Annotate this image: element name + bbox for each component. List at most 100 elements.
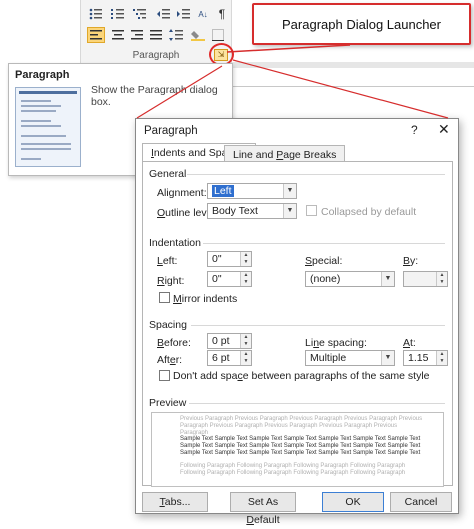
label-text: t: [410, 337, 416, 349]
section-divider [187, 174, 445, 175]
chevron-down-icon[interactable]: ▼ [283, 204, 296, 218]
label-accel: S [305, 255, 313, 267]
by-spinner[interactable]: ▲ ▼ [436, 272, 447, 286]
label-accel: M [173, 293, 182, 305]
section-heading-general: General [149, 168, 187, 180]
spacing-after-spinner[interactable]: ▲ ▼ [240, 351, 251, 365]
dont-add-space-checkbox[interactable] [159, 370, 170, 381]
tab-label-pre: Line and [233, 149, 277, 161]
tooltip-title: Paragraph [15, 69, 70, 81]
numbering-icon[interactable] [109, 6, 127, 22]
line-spacing-value: Multiple [310, 352, 347, 364]
tab-content: General Alignment: Left ▼ Outline level:… [142, 161, 453, 487]
spin-up-icon[interactable]: ▲ [437, 272, 447, 279]
label-text: e between paragraphs of the same style [242, 370, 430, 382]
line-spacing-label: Line spacing: [305, 337, 367, 349]
button-label: efault [253, 514, 280, 526]
spin-down-icon[interactable]: ▼ [241, 259, 251, 266]
collapsed-by-default-checkbox[interactable] [306, 205, 317, 216]
label-accel: B [403, 255, 411, 267]
label-text: e spacing: [319, 337, 367, 349]
before-label: Before: [157, 337, 191, 349]
justify-icon[interactable] [147, 27, 165, 43]
label-text: pecial: [312, 255, 343, 267]
show-marks-icon[interactable]: ¶ [213, 6, 231, 22]
label-accel: A [403, 337, 411, 349]
dialog-title: Paragraph [144, 125, 198, 137]
multilevel-list-icon[interactable] [131, 6, 149, 22]
help-icon[interactable]: ? [411, 123, 418, 137]
shading-icon[interactable] [189, 27, 207, 43]
decrease-indent-icon[interactable] [155, 6, 173, 22]
label-text: irror indents [181, 293, 238, 305]
spin-up-icon[interactable]: ▲ [241, 351, 251, 358]
mirror-indents-checkbox[interactable] [159, 292, 170, 303]
align-right-icon[interactable] [128, 27, 146, 43]
line-spacing-select[interactable]: Multiple ▼ [305, 350, 395, 366]
align-left-icon[interactable] [87, 27, 105, 43]
chevron-down-icon[interactable]: ▼ [283, 184, 296, 198]
outline-value: Body Text [212, 205, 258, 217]
dialog-thumbnail-image [15, 87, 81, 167]
by-label: By: [403, 255, 418, 267]
preview-following-paragraph: Following Paragraph Following Paragraph … [180, 463, 406, 476]
left-indent-spinner[interactable]: ▲ ▼ [240, 252, 251, 266]
preview-previous-paragraph: Previous Paragraph Previous Paragraph Pr… [180, 416, 423, 436]
section-divider [191, 325, 445, 326]
spin-up-icon[interactable]: ▲ [241, 334, 251, 341]
alignment-select[interactable]: Left ▼ [207, 183, 297, 199]
set-as-default-button[interactable]: Set As Default [230, 492, 296, 526]
bullets-icon[interactable] [87, 6, 105, 22]
special-label: Special: [305, 255, 342, 267]
spacing-after-value: 6 pt [212, 352, 230, 364]
left-indent-input[interactable]: 0" ▲ ▼ [207, 251, 252, 267]
chevron-down-icon[interactable]: ▼ [381, 272, 394, 286]
label-text: Aft [157, 354, 170, 366]
right-indent-spinner[interactable]: ▲ ▼ [240, 272, 251, 286]
outline-level-select[interactable]: Body Text ▼ [207, 203, 297, 219]
line-spacing-icon[interactable] [167, 27, 185, 43]
label-text: Li [305, 337, 314, 349]
tabs-button[interactable]: Tabs... [142, 492, 208, 512]
spin-down-icon[interactable]: ▼ [241, 358, 251, 365]
by-input[interactable]: ▲ ▼ [403, 271, 448, 287]
spacing-after-input[interactable]: 6 pt ▲ ▼ [207, 350, 252, 366]
spin-up-icon[interactable]: ▲ [241, 272, 251, 279]
button-accel: D [246, 514, 254, 526]
spacing-before-spinner[interactable]: ▲ ▼ [240, 334, 251, 348]
tooltip-description: Show the Paragraph dialog box. [91, 84, 218, 108]
button-label: abs... [164, 496, 191, 508]
label-accel: B [157, 337, 165, 349]
spin-up-icon[interactable]: ▲ [437, 351, 447, 358]
close-icon[interactable]: ✕ [438, 121, 450, 138]
right-indent-label: Right: [157, 275, 184, 287]
spin-down-icon[interactable]: ▼ [437, 358, 447, 365]
at-label: At: [403, 337, 416, 349]
sort-icon[interactable]: A↓ [194, 6, 212, 22]
callout-box: Paragraph Dialog Launcher [252, 3, 471, 45]
tab-label-post: age Breaks [283, 149, 337, 161]
label-text: eft: [162, 255, 178, 267]
left-indent-value: 0" [212, 253, 222, 265]
left-indent-label: Left: [157, 255, 177, 267]
spin-down-icon[interactable]: ▼ [437, 279, 447, 286]
right-indent-input[interactable]: 0" ▲ ▼ [207, 271, 252, 287]
label-text: r: [175, 354, 183, 366]
line-spacing-at-input[interactable]: 1.15 ▲ ▼ [403, 350, 448, 366]
label-accel: O [157, 207, 166, 219]
special-select[interactable]: (none) ▼ [305, 271, 395, 287]
borders-icon[interactable] [209, 27, 227, 43]
spacing-before-input[interactable]: 0 pt ▲ ▼ [207, 333, 252, 349]
ok-button[interactable]: OK [322, 492, 384, 512]
line-spacing-at-value: 1.15 [408, 352, 429, 364]
align-center-icon[interactable] [109, 27, 127, 43]
increase-indent-icon[interactable] [175, 6, 193, 22]
spacing-before-value: 0 pt [212, 335, 230, 347]
line-spacing-at-spinner[interactable]: ▲ ▼ [436, 351, 447, 365]
label-text: efore: [164, 337, 191, 349]
chevron-down-icon[interactable]: ▼ [381, 351, 394, 365]
spin-up-icon[interactable]: ▲ [241, 252, 251, 259]
spin-down-icon[interactable]: ▼ [241, 341, 251, 348]
spin-down-icon[interactable]: ▼ [241, 279, 251, 286]
cancel-button[interactable]: Cancel [390, 492, 452, 512]
